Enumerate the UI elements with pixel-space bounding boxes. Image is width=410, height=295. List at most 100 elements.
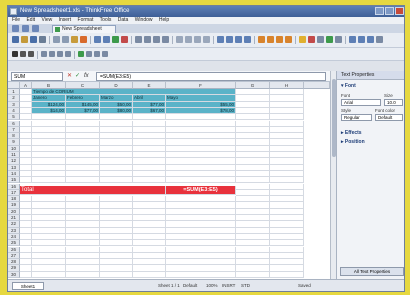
chevron-down-icon[interactable] <box>102 51 108 57</box>
column-header[interactable]: C <box>66 82 100 89</box>
grid-cell[interactable] <box>236 271 270 278</box>
menu-edit[interactable]: Edit <box>26 17 35 23</box>
hyperlink-icon[interactable] <box>217 36 224 43</box>
save-icon[interactable] <box>32 25 39 32</box>
total-formula-cell[interactable]: =SUM(E3:E5) <box>166 185 236 195</box>
position-section-header[interactable]: ▸ Position <box>337 138 365 146</box>
insert-image-icon[interactable] <box>121 36 128 43</box>
decimal-icon[interactable] <box>94 51 100 57</box>
justify-icon[interactable] <box>65 51 71 57</box>
total-label-cell[interactable]: Total <box>20 185 166 195</box>
style-select[interactable]: Regular <box>341 114 372 121</box>
column-header[interactable]: G <box>236 82 270 89</box>
grid-cell[interactable] <box>32 177 66 184</box>
grid-cell[interactable] <box>20 271 32 278</box>
arrow-icon[interactable] <box>285 36 292 43</box>
sort-descending-icon[interactable] <box>144 36 151 43</box>
select-all-corner[interactable] <box>8 82 20 89</box>
tab-new-spreadsheet[interactable]: New Spreadsheet <box>52 25 116 33</box>
sort-ascending-icon[interactable] <box>135 36 142 43</box>
grid-cell[interactable] <box>133 271 166 278</box>
open-icon[interactable] <box>22 25 29 32</box>
italic-icon[interactable] <box>20 51 26 57</box>
copy-icon[interactable] <box>62 36 69 43</box>
grid-cell[interactable] <box>100 177 133 184</box>
align-right-icon[interactable] <box>57 51 63 57</box>
zoom-level[interactable]: 100% <box>206 283 218 288</box>
menu-help[interactable]: Help <box>159 17 169 23</box>
font-color-select[interactable]: Default <box>375 114 403 121</box>
grid-cell[interactable] <box>66 177 100 184</box>
undo-icon[interactable] <box>94 36 101 43</box>
comment-icon[interactable] <box>226 36 233 43</box>
format-painter-icon[interactable] <box>80 36 87 43</box>
name-box[interactable]: SUM <box>11 72 63 81</box>
more-icon[interactable] <box>376 36 383 43</box>
fill-color-icon[interactable] <box>299 36 306 43</box>
column-header[interactable]: D <box>100 82 133 89</box>
menu-data[interactable]: Data <box>118 17 129 23</box>
find-icon[interactable] <box>244 36 251 43</box>
menu-file[interactable]: File <box>12 17 20 23</box>
new-icon[interactable] <box>12 36 19 43</box>
align-icon[interactable] <box>194 36 201 43</box>
settings-icon[interactable] <box>349 36 356 43</box>
line-icon[interactable] <box>276 36 283 43</box>
grid-cell[interactable] <box>100 271 133 278</box>
column-header[interactable] <box>304 82 330 89</box>
wrap-text-icon[interactable] <box>203 36 210 43</box>
grid-cell[interactable] <box>32 271 66 278</box>
sum-icon[interactable] <box>162 36 169 43</box>
open-folder-icon[interactable] <box>21 36 28 43</box>
filter-icon[interactable] <box>153 36 160 43</box>
formula-input[interactable]: =SUM(E3:E5) <box>96 72 326 81</box>
chevron-down-icon[interactable] <box>317 36 324 43</box>
grid-cell[interactable] <box>166 271 236 278</box>
bold-icon[interactable] <box>12 51 18 57</box>
grid-cell[interactable] <box>66 271 100 278</box>
merge-cells-icon[interactable] <box>176 36 183 43</box>
minimize-icon[interactable] <box>375 7 384 15</box>
row-header[interactable]: 30 <box>8 271 20 278</box>
maximize-icon[interactable] <box>385 7 394 15</box>
column-header[interactable]: H <box>270 82 304 89</box>
sheet-tab[interactable]: Sheet1 <box>12 282 44 290</box>
font-section-header[interactable]: ▾ Font <box>337 82 404 90</box>
underline-icon[interactable] <box>28 51 34 57</box>
currency-icon[interactable] <box>78 51 84 57</box>
shape-icon[interactable] <box>258 36 265 43</box>
align-center-icon[interactable] <box>49 51 55 57</box>
help-icon[interactable] <box>358 36 365 43</box>
column-header[interactable]: F <box>166 82 236 89</box>
menu-insert[interactable]: Insert <box>59 17 72 23</box>
font-select[interactable]: Arial <box>341 99 381 106</box>
borders-icon[interactable] <box>185 36 192 43</box>
column-header[interactable]: B <box>32 82 66 89</box>
size-select[interactable]: 10.0 <box>384 99 403 106</box>
redo-icon[interactable] <box>103 36 110 43</box>
all-text-properties-button[interactable]: All Text Properties <box>340 267 404 276</box>
percent-icon[interactable] <box>86 51 92 57</box>
menu-window[interactable]: Window <box>135 17 153 23</box>
zoom-icon[interactable] <box>235 36 242 43</box>
spell-check-icon[interactable] <box>335 36 342 43</box>
insert-chart-icon[interactable] <box>112 36 119 43</box>
menu-format[interactable]: Format <box>78 17 94 23</box>
menu-tools[interactable]: Tools <box>100 17 112 23</box>
cancel-icon[interactable]: ✕ <box>67 72 72 81</box>
align-left-icon[interactable] <box>41 51 47 57</box>
save-icon[interactable] <box>30 36 37 43</box>
column-header[interactable]: E <box>133 82 166 89</box>
cut-icon[interactable] <box>53 36 60 43</box>
grid-cell[interactable] <box>20 177 32 184</box>
grid-cell[interactable] <box>166 177 236 184</box>
print-icon[interactable] <box>39 36 46 43</box>
home-icon[interactable] <box>12 25 19 32</box>
close-icon[interactable] <box>395 7 404 15</box>
effects-section-header[interactable]: ▸ Effects <box>337 129 362 137</box>
print-preview-icon[interactable] <box>326 36 333 43</box>
grid-cell[interactable] <box>133 177 166 184</box>
share-icon[interactable] <box>367 36 374 43</box>
paste-icon[interactable] <box>71 36 78 43</box>
textbox-icon[interactable] <box>267 36 274 43</box>
